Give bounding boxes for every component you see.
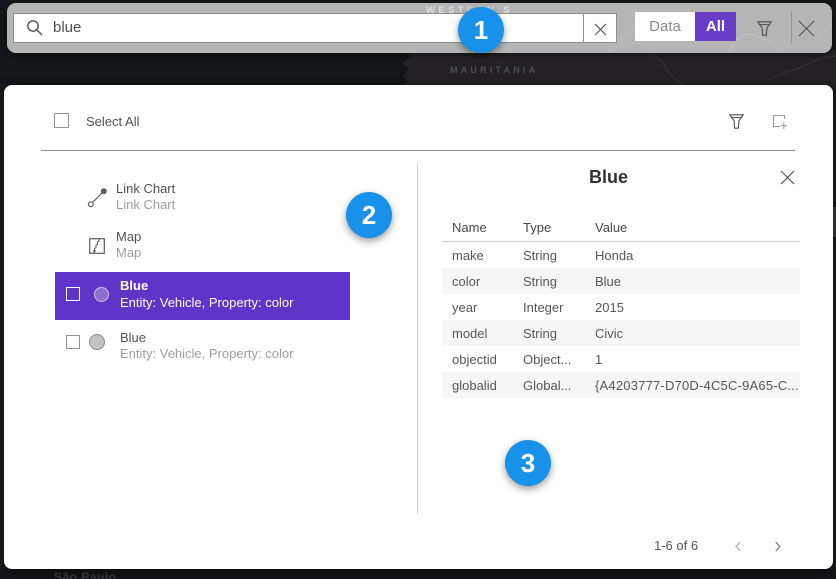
svg-text:São Paulo: São Paulo	[54, 570, 117, 579]
svg-text:MAURITANIA: MAURITANIA	[450, 65, 538, 75]
